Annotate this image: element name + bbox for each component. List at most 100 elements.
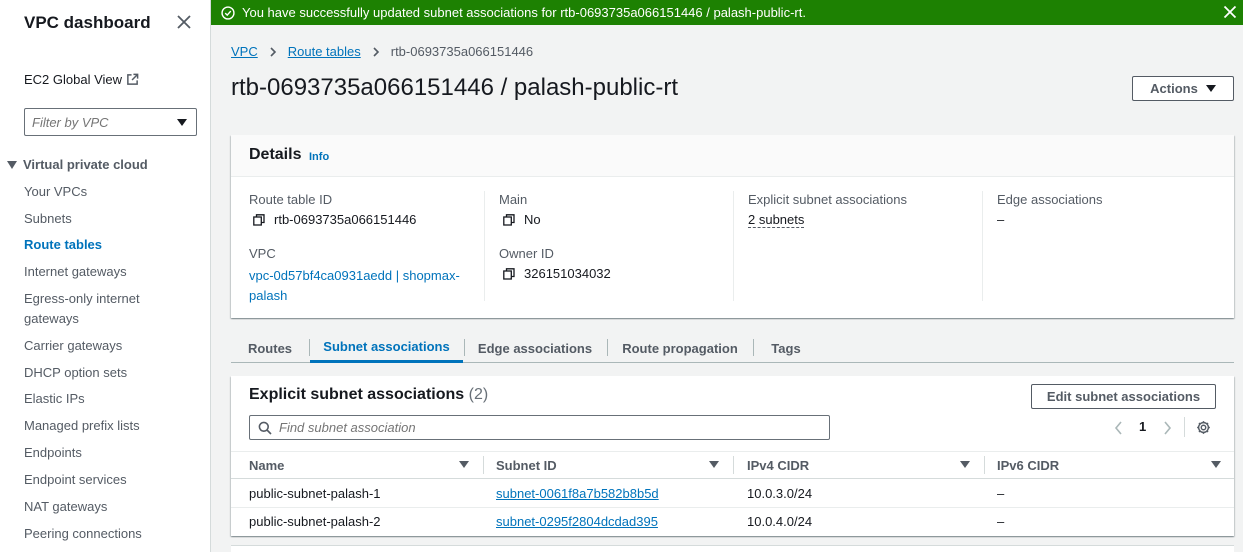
column-divider (982, 191, 983, 301)
route-table-id-label: Route table ID (249, 192, 333, 207)
sidebar-item-elastic-ips[interactable]: Elastic IPs (24, 389, 194, 409)
sidebar-item-internet-gateways[interactable]: Internet gateways (24, 262, 194, 282)
owner-id: 326151034032 (524, 266, 611, 281)
copy-icon[interactable] (503, 267, 515, 280)
close-icon[interactable] (176, 14, 192, 30)
sidebar-item-egress-only-internet-gateways[interactable]: Egress-only internet gateways (24, 289, 154, 329)
row-divider (231, 507, 1234, 508)
sort-caret-icon[interactable] (1211, 461, 1221, 468)
next-panel-edge (231, 545, 1234, 552)
sidebar-item-dhcp-option-sets[interactable]: DHCP option sets (24, 363, 194, 383)
column-resizer[interactable] (733, 456, 734, 474)
edge-associations-label: Edge associations (997, 192, 1103, 207)
caret-down-icon (7, 160, 17, 169)
edit-subnet-associations-button[interactable]: Edit subnet associations (1031, 384, 1216, 409)
breadcrumb-route-tables[interactable]: Route tables (288, 44, 361, 59)
associations-heading-wrap: Explicit subnet associations (2) (249, 386, 488, 404)
sidebar-item-managed-prefix-lists[interactable]: Managed prefix lists (24, 416, 194, 436)
copy-icon[interactable] (503, 213, 515, 226)
tab-separator (607, 339, 608, 356)
tab-tags[interactable]: Tags (763, 333, 809, 363)
main-value: No (503, 212, 541, 227)
copy-icon[interactable] (253, 213, 265, 226)
associations-count: (2) (468, 386, 489, 403)
tab-subnet-associations[interactable]: Subnet associations (310, 333, 463, 363)
external-link-icon (127, 73, 139, 85)
edit-subnet-associations-label: Edit subnet associations (1046, 389, 1201, 404)
cell-ipv6-cidr: – (997, 486, 1005, 501)
search-input[interactable] (279, 416, 819, 439)
tab-separator (464, 339, 465, 356)
table-header-border (231, 478, 1234, 479)
actions-button[interactable]: Actions (1132, 76, 1234, 101)
breadcrumb: VPC Route tables rtb-0693735a066151446 (231, 44, 533, 59)
sidebar-item-route-tables[interactable]: Route tables (24, 235, 194, 255)
sidebar-item-subnets[interactable]: Subnets (24, 209, 194, 229)
sidebar-item-ec2-global-view[interactable]: EC2 Global View (24, 72, 139, 87)
explicit-associations-label: Explicit subnet associations (748, 192, 907, 207)
associations-heading: Explicit subnet associations (249, 386, 465, 403)
details-header (231, 135, 1234, 177)
sidebar-item-peering-connections[interactable]: Peering connections (24, 524, 194, 544)
sidebar-item-nat-gateways[interactable]: NAT gateways (24, 497, 194, 517)
sidebar-section-label: Virtual private cloud (23, 157, 148, 172)
sidebar-item-carrier-gateways[interactable]: Carrier gateways (24, 336, 194, 356)
explicit-associations-popover[interactable]: 2 subnets (748, 212, 805, 228)
column-resizer[interactable] (483, 456, 484, 474)
success-flash-banner: You have successfully updated subnet ass… (211, 0, 1243, 25)
sort-caret-icon[interactable] (459, 461, 469, 468)
sidebar-title[interactable]: VPC dashboard (24, 13, 151, 33)
breadcrumb-current: rtb-0693735a066151446 (390, 44, 534, 59)
tab-separator (753, 339, 754, 356)
main-label: Main (499, 192, 528, 207)
details-panel: Details Info Route table ID rtb-0693735a… (231, 135, 1234, 318)
dismiss-icon[interactable] (1223, 5, 1237, 19)
cell-ipv4-cidr: 10.0.3.0/24 (747, 486, 813, 501)
sidebar-section-virtual-private-cloud[interactable]: Virtual private cloud (7, 157, 148, 172)
column-resizer[interactable] (984, 456, 985, 474)
table-divider (231, 451, 1234, 452)
chevron-left-icon[interactable] (1114, 421, 1123, 435)
vpc-filter-input[interactable] (25, 109, 165, 135)
cell-ipv6-cidr: – (997, 514, 1005, 529)
vpc-link[interactable]: vpc-0d57bf4ca0931aedd | shopmax- palash (249, 266, 460, 306)
column-header-ipv6-cidr[interactable]: IPv6 CIDR (997, 452, 1059, 478)
cell-subnet-id-link[interactable]: subnet-0061f8a7b582b8b5d (496, 486, 659, 501)
settings-gear-icon[interactable] (1196, 420, 1211, 435)
edge-associations-value: – (997, 212, 1005, 227)
breadcrumb-vpc[interactable]: VPC (231, 44, 258, 59)
cell-subnet-id-link[interactable]: subnet-0295f2804dcdad395 (496, 514, 658, 529)
chevron-right-icon (373, 46, 379, 57)
sidebar-item-endpoint-services[interactable]: Endpoint services (24, 470, 194, 490)
column-header-name[interactable]: Name (249, 452, 284, 478)
sidebar: VPC dashboard EC2 Global View Virtual pr… (0, 0, 211, 552)
tab-routes[interactable]: Routes (239, 333, 301, 363)
column-header-subnet-id[interactable]: Subnet ID (496, 452, 557, 478)
sidebar-item-endpoints[interactable]: Endpoints (24, 443, 194, 463)
find-subnet-association-search[interactable] (249, 415, 830, 440)
tab-bar: Routes Subnet associations Edge associat… (231, 333, 1234, 363)
sort-caret-icon[interactable] (709, 461, 719, 468)
route-table-id: rtb-0693735a066151446 (274, 212, 417, 227)
column-header-ipv4-cidr[interactable]: IPv4 CIDR (747, 452, 809, 478)
details-info-link[interactable]: Info (309, 151, 329, 163)
cell-ipv4-cidr: 10.0.4.0/24 (747, 514, 813, 529)
route-table-id-value: rtb-0693735a066151446 (253, 212, 416, 227)
vpc-link-line1: vpc-0d57bf4ca0931aedd | shopmax- (249, 268, 460, 283)
vpc-filter-select[interactable] (24, 108, 197, 136)
tab-edge-associations[interactable]: Edge associations (471, 333, 599, 363)
sidebar-item-your-vpcs[interactable]: Your VPCs (24, 182, 194, 202)
explicit-associations-value: 2 subnets (748, 212, 805, 228)
chevron-right-icon[interactable] (1163, 421, 1172, 435)
owner-id-label: Owner ID (499, 246, 554, 261)
vpc-label: VPC (249, 246, 276, 261)
tab-route-propagation[interactable]: Route propagation (615, 333, 745, 363)
cell-name: public-subnet-palash-2 (249, 514, 381, 529)
page-number[interactable]: 1 (1139, 419, 1146, 434)
flash-message: You have successfully updated subnet ass… (242, 5, 806, 20)
sort-caret-icon[interactable] (960, 461, 970, 468)
details-heading: Details (249, 146, 302, 163)
search-icon (258, 421, 272, 435)
actions-button-label: Actions (1150, 81, 1198, 96)
owner-id-value: 326151034032 (503, 266, 611, 281)
